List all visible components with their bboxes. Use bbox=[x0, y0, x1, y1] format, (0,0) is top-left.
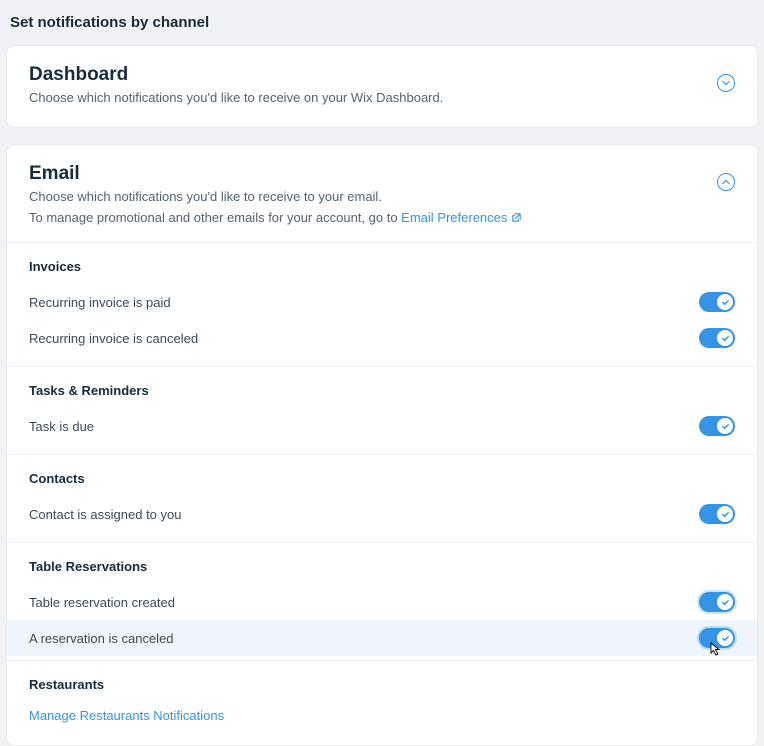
row-invoice-canceled: Recurring invoice is canceled bbox=[29, 320, 735, 356]
dashboard-panel: Dashboard Choose which notifications you… bbox=[6, 45, 758, 128]
row-invoice-canceled-label: Recurring invoice is canceled bbox=[29, 331, 198, 346]
email-desc-line2-pre: To manage promotional and other emails f… bbox=[29, 210, 401, 225]
chevron-up-icon[interactable] bbox=[717, 173, 735, 191]
email-header[interactable]: Email Choose which notifications you'd l… bbox=[7, 145, 757, 243]
section-contacts: Contacts Contact is assigned to you bbox=[7, 454, 757, 542]
toggle-reservation-canceled[interactable] bbox=[699, 628, 735, 648]
row-invoice-paid: Recurring invoice is paid bbox=[29, 284, 735, 320]
toggle-task-due[interactable] bbox=[699, 416, 735, 436]
section-invoices-title: Invoices bbox=[29, 259, 735, 274]
external-link-icon bbox=[511, 212, 522, 223]
section-invoices: Invoices Recurring invoice is paid Recur… bbox=[7, 242, 757, 366]
page-title: Set notifications by channel bbox=[6, 14, 758, 45]
email-preferences-link-label: Email Preferences bbox=[401, 208, 507, 229]
row-contact-assigned: Contact is assigned to you bbox=[29, 496, 735, 532]
dashboard-desc: Choose which notifications you'd like to… bbox=[29, 88, 443, 109]
chevron-down-icon[interactable] bbox=[717, 74, 735, 92]
toggle-contact-assigned[interactable] bbox=[699, 504, 735, 524]
row-reservation-created: Table reservation created bbox=[29, 584, 735, 620]
section-tasks-title: Tasks & Reminders bbox=[29, 383, 735, 398]
row-task-due-label: Task is due bbox=[29, 419, 94, 434]
email-panel: Email Choose which notifications you'd l… bbox=[6, 144, 758, 746]
row-invoice-paid-label: Recurring invoice is paid bbox=[29, 295, 171, 310]
dashboard-header[interactable]: Dashboard Choose which notifications you… bbox=[7, 46, 757, 127]
manage-restaurants-link[interactable]: Manage Restaurants Notifications bbox=[29, 702, 735, 727]
email-desc-line1: Choose which notifications you'd like to… bbox=[29, 189, 382, 204]
section-restaurants: Restaurants Manage Restaurants Notificat… bbox=[7, 660, 757, 745]
section-tasks: Tasks & Reminders Task is due bbox=[7, 366, 757, 454]
section-table-title: Table Reservations bbox=[29, 559, 735, 574]
section-contacts-title: Contacts bbox=[29, 471, 735, 486]
toggle-invoice-paid[interactable] bbox=[699, 292, 735, 312]
row-reservation-created-label: Table reservation created bbox=[29, 595, 175, 610]
email-title: Email bbox=[29, 163, 522, 185]
email-preferences-link[interactable]: Email Preferences bbox=[401, 208, 522, 229]
section-table-reservations: Table Reservations Table reservation cre… bbox=[7, 542, 757, 660]
section-restaurants-title: Restaurants bbox=[29, 677, 735, 692]
row-contact-assigned-label: Contact is assigned to you bbox=[29, 507, 181, 522]
email-desc: Choose which notifications you'd like to… bbox=[29, 187, 522, 229]
toggle-reservation-created[interactable] bbox=[699, 592, 735, 612]
row-task-due: Task is due bbox=[29, 408, 735, 444]
toggle-invoice-canceled[interactable] bbox=[699, 328, 735, 348]
row-reservation-canceled-label: A reservation is canceled bbox=[29, 631, 174, 646]
dashboard-title: Dashboard bbox=[29, 64, 443, 86]
